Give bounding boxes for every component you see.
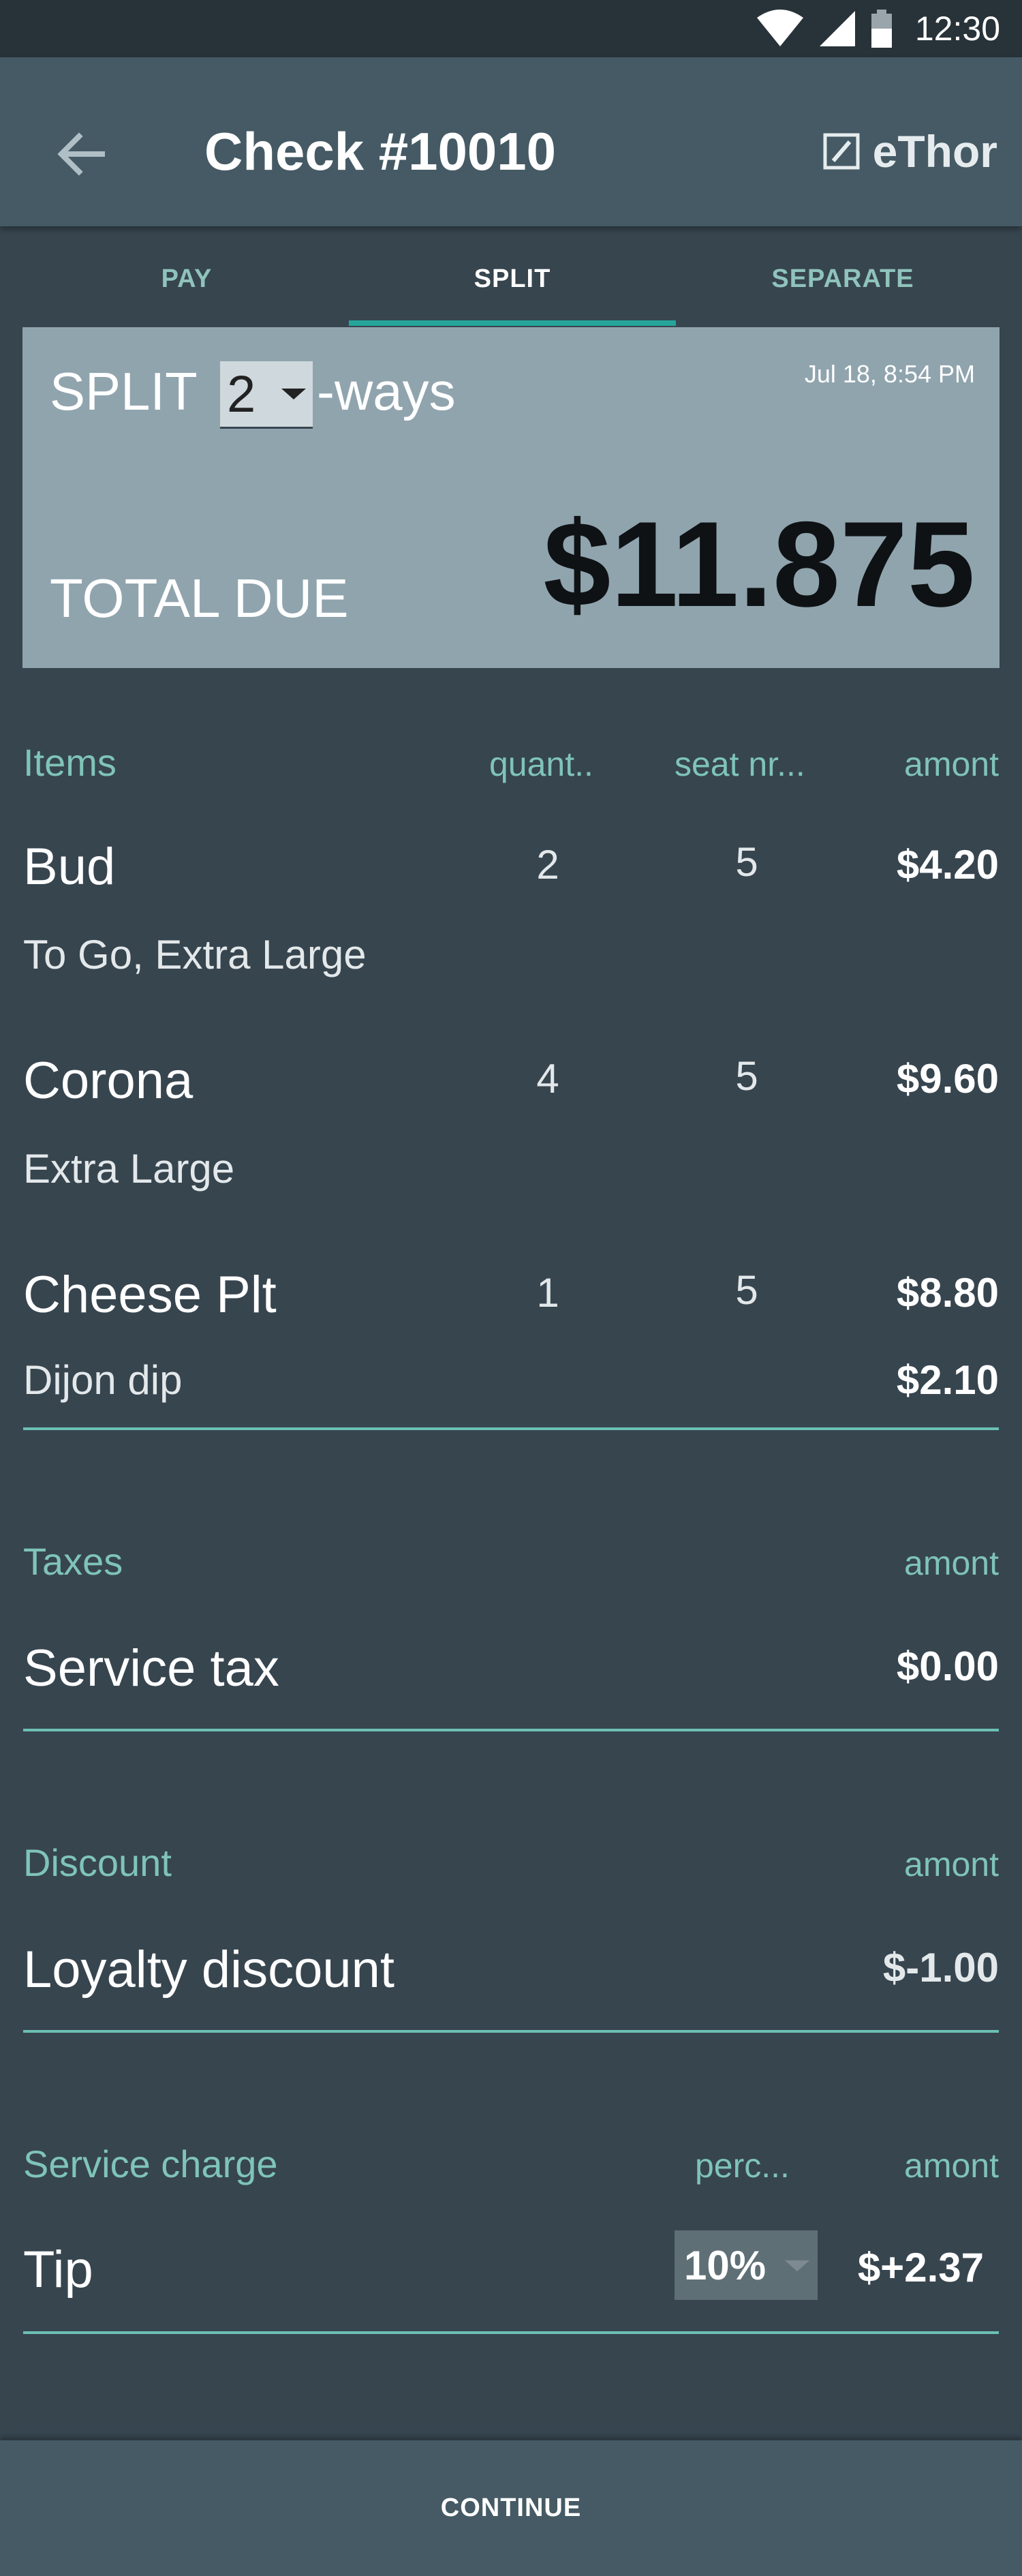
item-name: Corona (23, 1052, 193, 1110)
item-amount: $4.20 (896, 842, 999, 888)
discount-name: Loyalty discount (23, 1941, 394, 1999)
item-modifier: Extra Large (23, 1146, 235, 1192)
item-quantity: 1 (536, 1270, 559, 1316)
item-name: Cheese Plt (23, 1266, 277, 1324)
taxes-section-title: Taxes (23, 1540, 123, 1583)
total-due-label: TOTAL DUE (50, 568, 349, 628)
app-bar: Check #10010 eThor (0, 57, 1022, 226)
back-button[interactable] (48, 120, 116, 188)
battery-icon (871, 10, 892, 48)
chevron-down-icon (281, 389, 306, 399)
status-bar: 12:30 (0, 0, 1022, 57)
ways-label: -ways (317, 361, 456, 421)
tip-percent-select[interactable]: 10% (675, 2230, 818, 2300)
continue-label: CONTINUE (440, 2494, 582, 2522)
item-seat: 5 (735, 1053, 758, 1099)
col-header-amount: amont (904, 2147, 999, 2185)
item-amount: $9.60 (896, 1056, 999, 1102)
service-charge-section-title: Service charge (23, 2142, 278, 2185)
col-header-amount: amont (904, 1544, 999, 1582)
item-modifier: To Go, Extra Large (23, 932, 367, 978)
discount-section-title: Discount (23, 1841, 172, 1884)
wifi-icon (756, 10, 803, 46)
discount-amount: $-1.00 (882, 1945, 999, 1990)
items-section-title: Items (23, 741, 117, 784)
tax-amount: $0.00 (896, 1643, 999, 1689)
item-quantity: 2 (536, 842, 559, 888)
page-title: Check #10010 (204, 121, 557, 181)
tab-separate[interactable]: SEPARATE (676, 232, 1010, 326)
tax-name: Service tax (23, 1639, 279, 1697)
tip-percent-value: 10% (684, 2242, 766, 2288)
arrow-left-icon (57, 132, 105, 176)
item-modifier: Dijon dip (23, 1357, 183, 1403)
tab-split[interactable]: SPLIT (349, 232, 676, 326)
items-divider (23, 1427, 999, 1430)
col-header-percent: perc... (695, 2147, 790, 2185)
taxes-divider (23, 1729, 999, 1731)
tab-bar: PAY SPLIT SEPARATE (0, 232, 1022, 326)
service-charge-divider (23, 2331, 999, 2334)
split-label: SPLIT (50, 361, 198, 421)
col-header-seat: seat nr... (675, 745, 805, 783)
chevron-down-icon (785, 2260, 809, 2271)
active-tab-indicator (349, 320, 676, 326)
service-charge-name: Tip (23, 2241, 93, 2299)
status-time: 12:30 (914, 10, 1000, 48)
summary-card: SPLIT 2 -ways Jul 18, 8:54 PM TOTAL DUE … (22, 327, 1000, 668)
item-modifier-amount: $2.10 (896, 1357, 999, 1403)
brand: eThor (822, 125, 997, 177)
ethor-logo-icon (823, 133, 860, 170)
col-header-quantity: quant.. (489, 745, 593, 783)
col-header-amount: amont (904, 1845, 999, 1883)
check-date: Jul 18, 8:54 PM (804, 360, 975, 388)
item-seat: 5 (735, 839, 758, 885)
service-charge-amount: $+2.37 (857, 2245, 984, 2290)
split-ways-value: 2 (227, 365, 256, 423)
item-quantity: 4 (536, 1056, 559, 1102)
tab-pay[interactable]: PAY (16, 232, 357, 326)
signal-icon (819, 11, 855, 46)
status-icons: 12:30 (756, 10, 1000, 48)
split-ways-select[interactable]: 2 (220, 361, 313, 429)
item-name: Bud (23, 838, 116, 896)
item-seat: 5 (735, 1267, 758, 1313)
discount-divider (23, 2030, 999, 2033)
item-amount: $8.80 (896, 1270, 999, 1316)
col-header-amount: amont (904, 745, 999, 783)
continue-button[interactable]: CONTINUE (0, 2440, 1022, 2576)
brand-name: eThor (872, 126, 997, 177)
total-due-amount: $11.875 (543, 496, 975, 632)
